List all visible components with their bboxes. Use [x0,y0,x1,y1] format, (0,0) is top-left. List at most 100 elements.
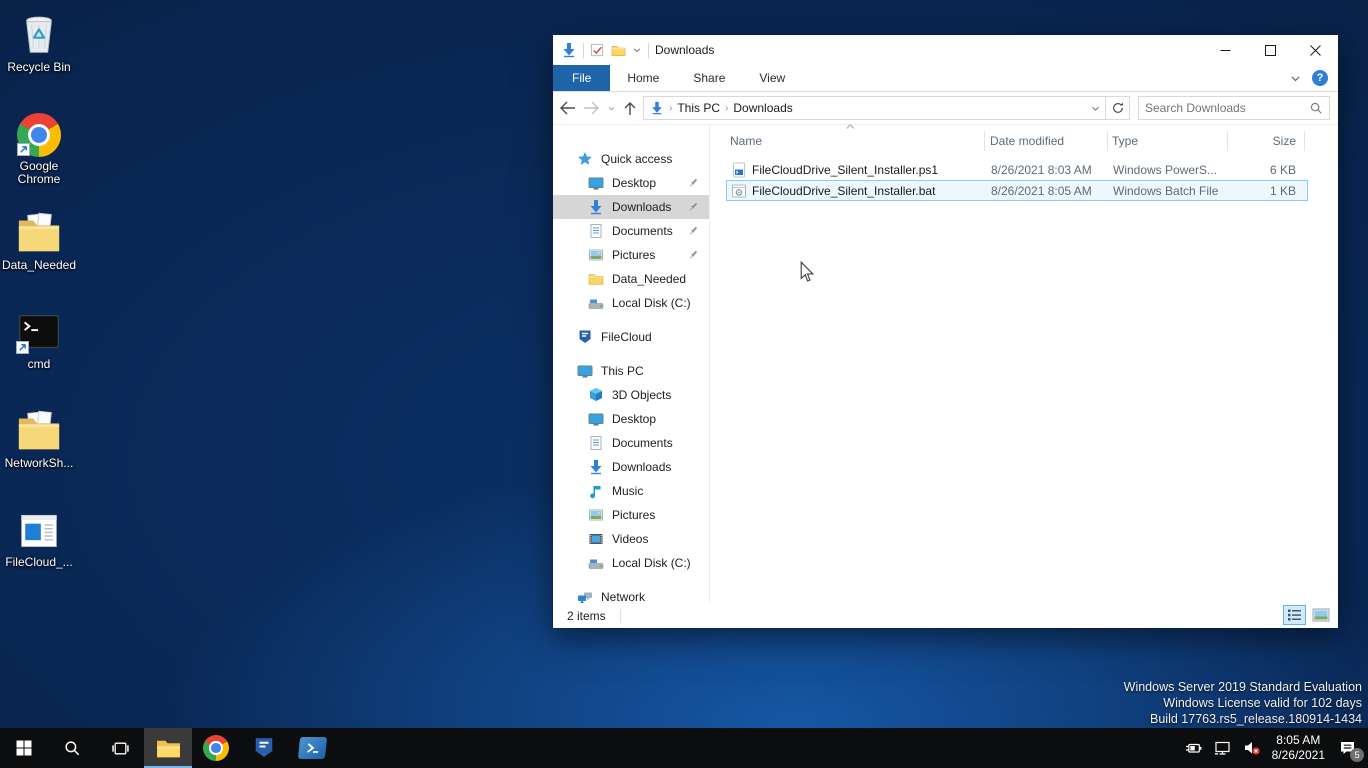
sidebar-item-desktop[interactable]: Desktop [553,407,709,431]
title-bar[interactable]: Downloads [553,35,1338,65]
task-view-button[interactable] [96,728,144,768]
forward-icon[interactable] [583,101,600,115]
column-headers: ^ Name Date modified Type Size [718,129,1338,153]
powershell-file-icon [731,162,747,178]
start-button[interactable] [0,728,48,768]
music-icon [588,483,604,499]
recycle-bin-icon [17,10,61,58]
column-header-size[interactable]: Size [1228,131,1305,151]
crumb-separator-icon: › [669,103,672,114]
sidebar-item-3d-objects[interactable]: 3D Objects [553,383,709,407]
taskbar-filecloud-button[interactable] [240,728,288,768]
pin-icon [687,249,699,261]
film-icon [588,531,604,547]
taskbar-powershell-button[interactable] [288,728,336,768]
properties-checkmark-icon[interactable] [590,43,605,58]
status-bar: 2 items [553,603,1338,628]
tab-file[interactable]: File [553,65,610,91]
column-header-name[interactable]: ^ Name [718,131,985,151]
desktop-wallpaper: Recycle Bin Google Chrome Data_Needed cm… [0,0,1368,768]
sidebar-item-desktop-quick[interactable]: Desktop [553,171,709,195]
sidebar-item-music[interactable]: Music [553,479,709,503]
tab-share[interactable]: Share [676,65,742,91]
power-icon[interactable] [1185,740,1203,756]
watermark-line-3: Build 17763.rs5_release.180914-1434 [1124,711,1362,727]
column-header-type[interactable]: Type [1108,131,1228,151]
clock-date: 8/26/2021 [1272,748,1325,763]
filecloud-icon [577,329,593,345]
details-view-button[interactable] [1283,605,1306,625]
desktop-icon-filecloud-installer[interactable]: FileCloud_... [0,501,78,600]
quick-access-toolbar [561,42,649,58]
refresh-button[interactable] [1106,96,1130,120]
ribbon-expand-icon[interactable] [1289,72,1302,85]
maximize-button[interactable] [1248,35,1293,65]
sidebar-item-documents-quick[interactable]: Documents [553,219,709,243]
sidebar-item-network[interactable]: Network [553,585,709,603]
sidebar-item-pictures[interactable]: Pictures [553,503,709,527]
back-icon[interactable] [559,101,576,115]
picture-icon [588,247,604,263]
sidebar-item-videos[interactable]: Videos [553,527,709,551]
sidebar-item-documents[interactable]: Documents [553,431,709,455]
desktop-icon-cmd[interactable]: cmd [0,303,78,402]
qat-dropdown-icon[interactable] [632,45,642,55]
sidebar-item-this-pc[interactable]: This PC [553,359,709,383]
new-folder-icon[interactable] [611,43,626,58]
star-icon [577,151,593,167]
disk-icon [588,295,604,311]
sidebar-item-downloads-quick[interactable]: Downloads [553,195,709,219]
mouse-cursor [799,261,815,283]
action-center-button[interactable]: 5 [1336,736,1360,760]
sidebar-item-data-needed[interactable]: Data_Needed [553,267,709,291]
installer-icon [17,509,61,553]
desktop-icon-recycle-bin[interactable]: Recycle Bin [0,6,78,105]
document-icon [588,435,604,451]
system-tray: 8:05 AM 8/26/2021 5 [1185,728,1360,768]
file-row-bat-selected[interactable]: FileCloudDrive_Silent_Installer.bat 8/26… [726,180,1308,201]
sidebar-item-local-disk-quick[interactable]: Local Disk (C:) [553,291,709,315]
taskbar-file-explorer-button[interactable] [144,728,192,768]
taskbar-clock[interactable]: 8:05 AM 8/26/2021 [1272,733,1325,763]
sidebar-item-local-disk[interactable]: Local Disk (C:) [553,551,709,575]
breadcrumb-downloads[interactable]: Downloads [733,101,792,115]
address-bar[interactable]: › This PC › Downloads [643,96,1106,120]
taskbar: 8:05 AM 8/26/2021 5 [0,728,1368,768]
taskbar-search-button[interactable] [48,728,96,768]
desktop-icon-google-chrome[interactable]: Google Chrome [0,105,78,204]
task-view-icon [112,740,129,757]
ribbon-tabs: File Home Share View ? [553,65,1338,92]
taskbar-chrome-button[interactable] [192,728,240,768]
column-header-date-modified[interactable]: Date modified [985,131,1108,151]
sidebar-item-filecloud[interactable]: FileCloud [553,325,709,349]
sidebar-item-downloads[interactable]: Downloads [553,455,709,479]
search-icon[interactable] [1309,101,1323,115]
separator [583,43,584,58]
volume-muted-icon[interactable] [1243,740,1261,756]
thumbnail-view-button[interactable] [1309,605,1332,625]
close-button[interactable] [1293,35,1338,65]
breadcrumb-this-pc[interactable]: This PC [677,101,720,115]
sort-ascending-icon: ^ [846,124,854,135]
up-icon[interactable] [623,101,637,116]
pin-icon [687,177,699,189]
address-dropdown-icon[interactable] [1090,103,1101,114]
clock-time: 8:05 AM [1272,733,1325,748]
search-input[interactable] [1145,101,1309,115]
watermark-line-1: Windows Server 2019 Standard Evaluation [1124,679,1362,695]
recent-locations-icon[interactable] [607,104,616,113]
file-explorer-icon [156,738,181,759]
pin-icon [687,225,699,237]
monitor-icon [577,363,593,379]
sidebar-item-pictures-quick[interactable]: Pictures [553,243,709,267]
help-icon[interactable]: ? [1312,70,1328,86]
search-icon [63,739,81,757]
desktop-icon-data-needed[interactable]: Data_Needed [0,204,78,303]
network-icon[interactable] [1214,740,1232,756]
file-row-ps1[interactable]: FileCloudDrive_Silent_Installer.ps1 8/26… [726,159,1308,180]
sidebar-item-quick-access[interactable]: Quick access [553,147,709,171]
tab-home[interactable]: Home [610,65,676,91]
desktop-icon-networksh[interactable]: NetworkSh... [0,402,78,501]
tab-view[interactable]: View [742,65,802,91]
minimize-button[interactable] [1203,35,1248,65]
